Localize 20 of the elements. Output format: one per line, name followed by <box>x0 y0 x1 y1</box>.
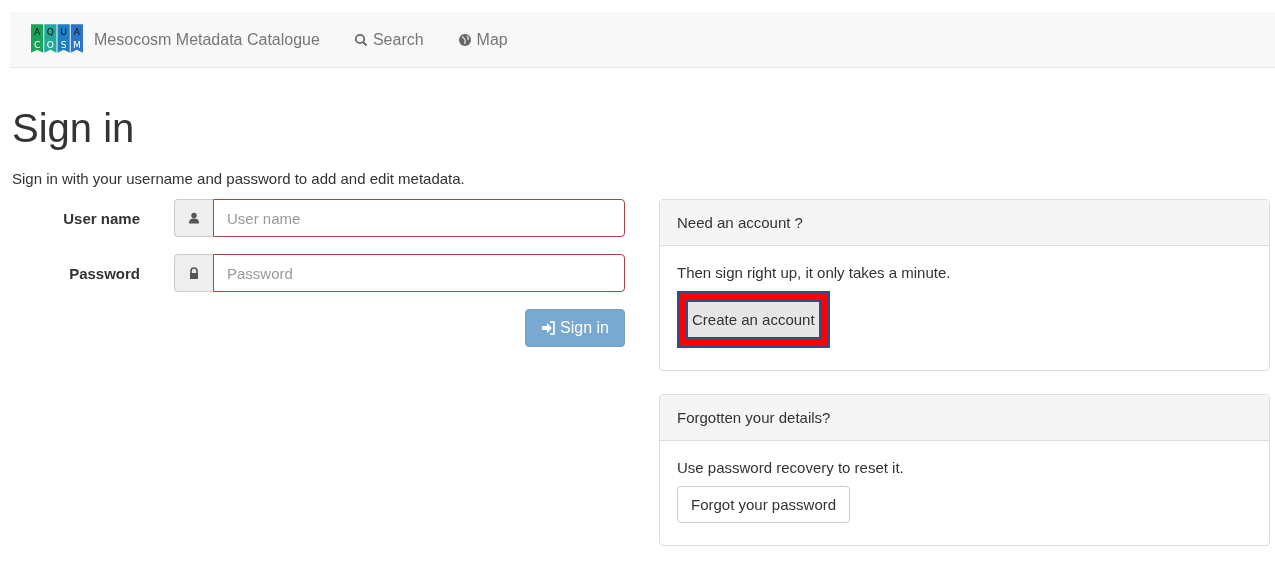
field-label: Password <box>68 264 140 282</box>
intro-text: Sign in with your username and password to add and edit metadata. <box>12 170 466 187</box>
nav-link[interactable]: Map <box>457 30 508 49</box>
panel-button[interactable]: Create an account <box>686 300 821 339</box>
input-field[interactable]: Password <box>213 254 625 292</box>
panel-button[interactable]: Forgot your password <box>677 486 851 523</box>
globe-icon <box>457 32 472 47</box>
input-field[interactable]: User name <box>213 199 625 237</box>
nav-link[interactable]: Search <box>353 30 424 49</box>
login-icon <box>541 321 556 335</box>
panel-text: Use password recovery to reset it. <box>677 459 905 476</box>
panel-title: Need an account ? <box>677 214 803 231</box>
user-icon <box>188 212 200 224</box>
lock-icon <box>188 267 200 279</box>
field-label: User name <box>62 209 140 227</box>
brand-link[interactable]: Mesocosm Metadata Catalogue <box>94 30 320 49</box>
page-title: Sign in <box>12 108 136 148</box>
search-icon <box>353 32 368 47</box>
panel-title: Forgotten your details? <box>677 409 831 426</box>
panel-text: Then sign right up, it only takes a minute. <box>677 264 952 281</box>
